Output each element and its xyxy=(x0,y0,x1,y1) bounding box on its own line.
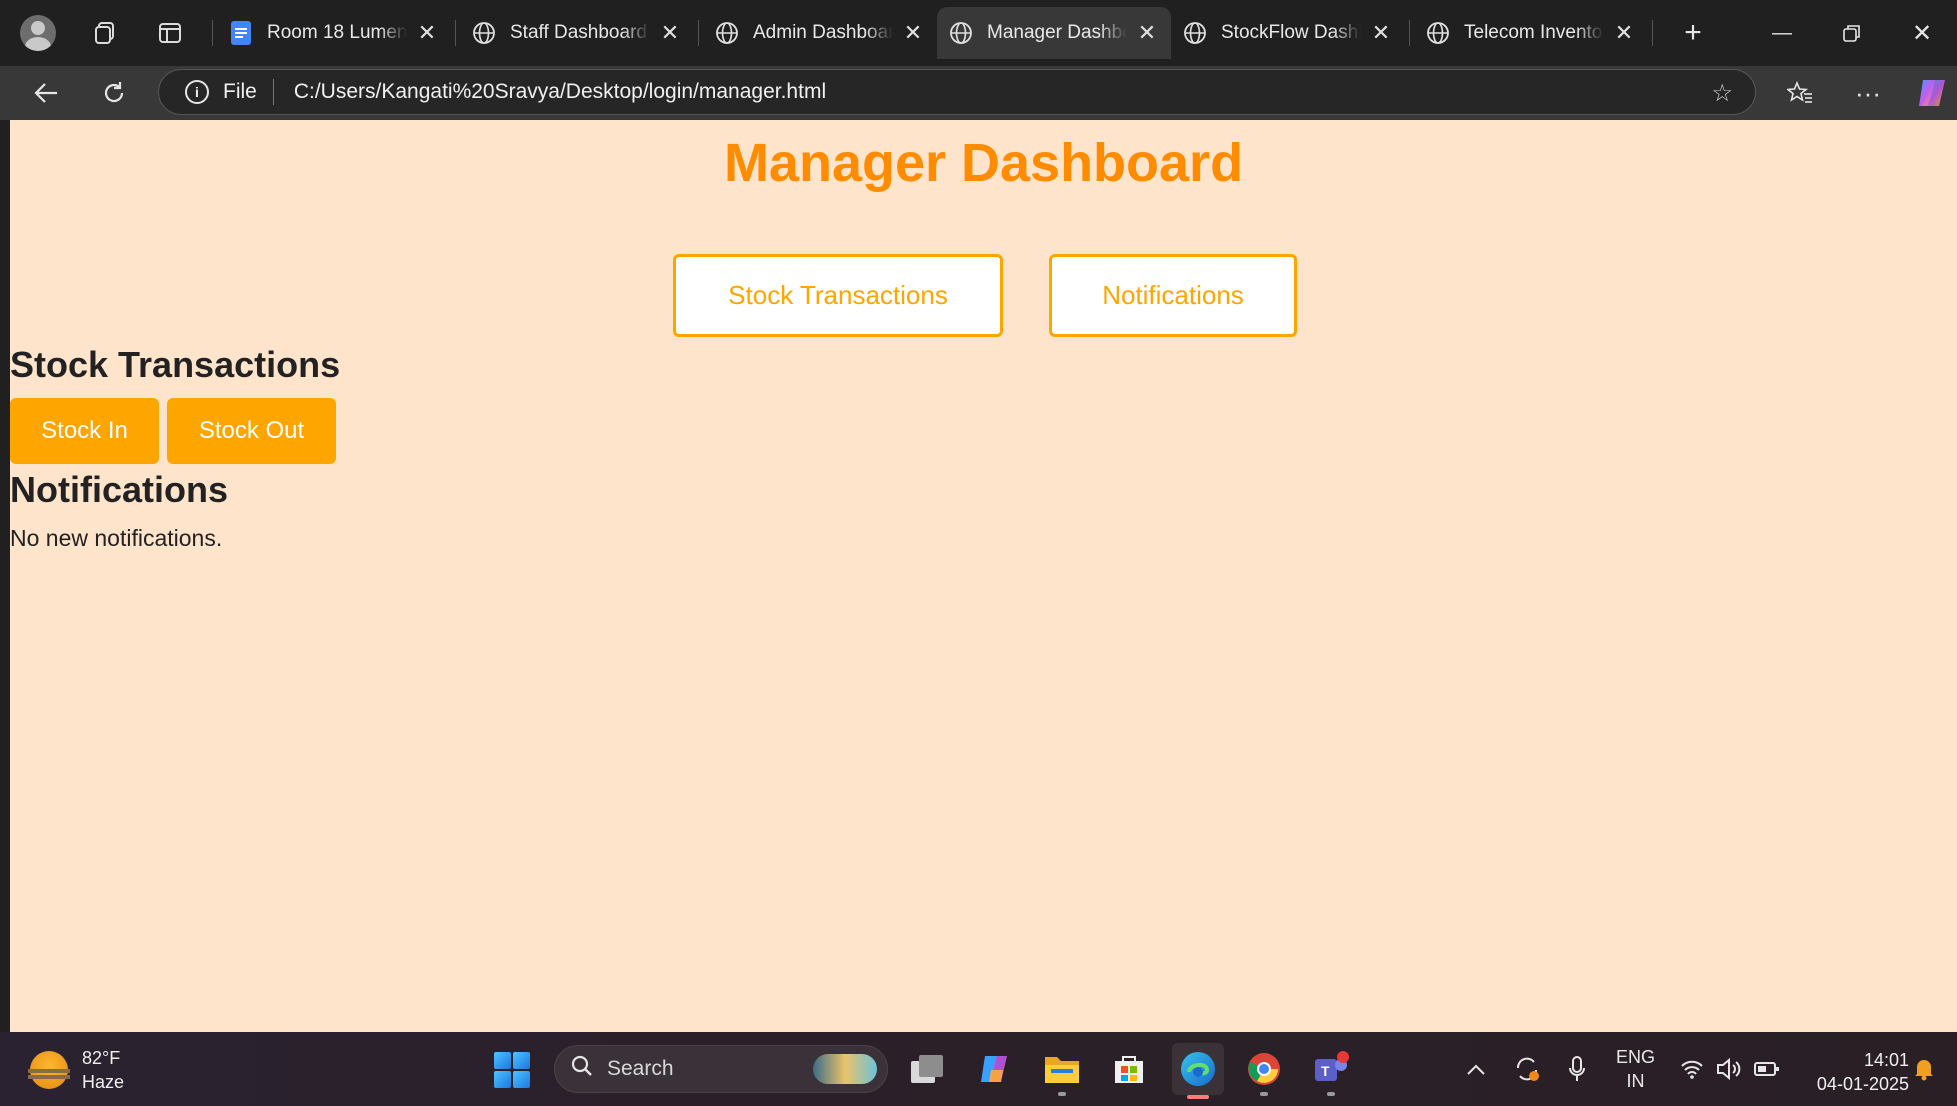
close-icon[interactable]: ✕ xyxy=(658,20,682,45)
search-icon xyxy=(571,1055,593,1083)
globe-icon xyxy=(472,21,496,45)
docs-icon xyxy=(229,21,253,45)
dashboard-nav: Stock Transactions Notifications xyxy=(673,254,1297,337)
tab-stockflow-dashboard[interactable]: StockFlow Dashboard ✕ xyxy=(1171,7,1405,59)
clock[interactable]: 14:01 04-01-2025 xyxy=(1817,1048,1909,1096)
microsoft-store-icon[interactable] xyxy=(1106,1046,1152,1092)
window-controls: — ✕ xyxy=(1747,0,1957,66)
microphone-icon[interactable] xyxy=(1568,1032,1586,1106)
url-text[interactable]: C:/Users/Kangati%20Sravya/Desktop/login/… xyxy=(294,80,826,104)
page-viewport: Manager Dashboard Stock Transactions Not… xyxy=(10,120,1957,1032)
new-tab-plus-icon[interactable]: + xyxy=(1673,13,1713,53)
page-title: Manager Dashboard xyxy=(723,133,1244,193)
language-code: ENG xyxy=(1616,1047,1656,1067)
stock-transactions-nav-button[interactable]: Stock Transactions xyxy=(673,254,1003,337)
tab-label: Admin Dashboard xyxy=(753,22,893,43)
weather-widget[interactable]: 82°F Haze xyxy=(28,1046,125,1094)
active-app-indicator xyxy=(1187,1095,1209,1099)
workspaces-icon[interactable] xyxy=(86,13,126,53)
tab-label: Manager Dashboard xyxy=(987,22,1127,43)
tab-staff-dashboard[interactable]: Staff Dashboard ✕ xyxy=(460,7,694,59)
windows-start-icon[interactable] xyxy=(494,1052,530,1088)
tab-separator xyxy=(212,20,213,46)
refresh-icon[interactable] xyxy=(92,71,136,115)
globe-icon xyxy=(715,21,739,45)
svg-text:T: T xyxy=(1321,1063,1330,1079)
tab-separator xyxy=(455,20,456,46)
battery-icon[interactable] xyxy=(1754,1032,1780,1106)
tab-label: Telecom Inventory xyxy=(1464,22,1604,43)
minimize-icon[interactable]: — xyxy=(1747,0,1817,66)
tab-room-18[interactable]: Room 18 Lumen H ✕ xyxy=(217,7,451,59)
tab-label: Staff Dashboard xyxy=(510,22,647,43)
stock-out-button[interactable]: Stock Out xyxy=(167,398,336,464)
notifications-heading: Notifications xyxy=(10,469,229,510)
weather-description: Haze xyxy=(82,1072,125,1092)
close-icon[interactable]: ✕ xyxy=(1612,20,1636,45)
show-hidden-icons-chevron-icon[interactable] xyxy=(1466,1032,1486,1106)
tab-separator xyxy=(1652,20,1653,46)
volume-icon[interactable] xyxy=(1716,1032,1744,1106)
favorite-star-icon[interactable]: ☆ xyxy=(1711,79,1733,108)
running-indicator xyxy=(1327,1092,1335,1096)
running-indicator xyxy=(1260,1092,1268,1096)
globe-icon xyxy=(1426,21,1450,45)
wifi-icon[interactable] xyxy=(1680,1032,1704,1106)
more-options-icon[interactable]: ··· xyxy=(1846,71,1890,115)
stock-transactions-heading: Stock Transactions xyxy=(10,344,341,385)
restore-icon[interactable] xyxy=(1817,0,1887,66)
region-code: IN xyxy=(1626,1071,1645,1091)
notification-bell-icon[interactable] xyxy=(1913,1032,1935,1106)
address-bar[interactable]: i File C:/Users/Kangati%20Sravya/Desktop… xyxy=(158,69,1756,115)
task-view-icon[interactable] xyxy=(904,1046,950,1092)
profile-avatar-icon[interactable] xyxy=(20,15,56,51)
notifications-message: No new notifications. xyxy=(10,525,223,551)
search-highlight-image xyxy=(813,1054,877,1084)
running-indicator xyxy=(1058,1092,1066,1096)
close-icon[interactable]: ✕ xyxy=(415,20,439,45)
notifications-nav-button[interactable]: Notifications xyxy=(1049,254,1297,337)
site-info-icon[interactable]: i xyxy=(185,80,209,104)
tab-label: Room 18 Lumen H xyxy=(267,22,407,43)
language-indicator[interactable]: ENG IN xyxy=(1616,1032,1655,1106)
taskbar-search[interactable]: Search xyxy=(554,1045,888,1093)
favorites-icon[interactable] xyxy=(1778,71,1822,115)
copilot-icon[interactable] xyxy=(1910,71,1954,115)
close-icon[interactable]: ✕ xyxy=(1135,20,1159,45)
tab-actions-icon[interactable] xyxy=(150,13,190,53)
browser-toolbar: i File C:/Users/Kangati%20Sravya/Desktop… xyxy=(0,66,1957,120)
globe-icon xyxy=(1183,21,1207,45)
back-arrow-icon[interactable] xyxy=(24,71,68,115)
tab-label: StockFlow Dashboard xyxy=(1221,22,1361,43)
tab-telecom-inventory[interactable]: Telecom Inventory ✕ xyxy=(1414,7,1648,59)
clock-date: 04-01-2025 xyxy=(1816,1074,1909,1094)
teams-icon[interactable]: T xyxy=(1308,1046,1354,1096)
globe-icon xyxy=(949,21,973,45)
scheme-label: File xyxy=(223,80,257,103)
chrome-browser-icon[interactable] xyxy=(1241,1046,1287,1096)
clock-time: 14:01 xyxy=(1863,1050,1909,1070)
tab-manager-dashboard[interactable]: Manager Dashboard ✕ xyxy=(937,7,1171,59)
address-separator xyxy=(272,79,274,105)
tab-separator xyxy=(1409,20,1410,46)
close-icon[interactable]: ✕ xyxy=(901,20,925,45)
tab-separator xyxy=(698,20,699,46)
stock-in-button[interactable]: Stock In xyxy=(10,398,159,464)
close-icon[interactable]: ✕ xyxy=(1369,20,1393,45)
taskbar: 82°F Haze Search T ENG IN 14:01 04-01-20… xyxy=(0,1032,1957,1106)
file-explorer-icon[interactable] xyxy=(1039,1046,1085,1096)
haze-weather-icon xyxy=(28,1051,70,1089)
close-window-icon[interactable]: ✕ xyxy=(1887,0,1957,66)
search-label: Search xyxy=(607,1057,674,1080)
edge-browser-icon[interactable] xyxy=(1172,1043,1224,1099)
copilot-app-icon[interactable] xyxy=(971,1046,1017,1092)
tab-admin-dashboard[interactable]: Admin Dashboard ✕ xyxy=(703,7,937,59)
tab-bar: Room 18 Lumen H ✕ Staff Dashboard ✕ Admi… xyxy=(0,0,1957,66)
sync-icon[interactable] xyxy=(1512,1032,1542,1106)
weather-temperature: 82°F xyxy=(82,1048,121,1068)
